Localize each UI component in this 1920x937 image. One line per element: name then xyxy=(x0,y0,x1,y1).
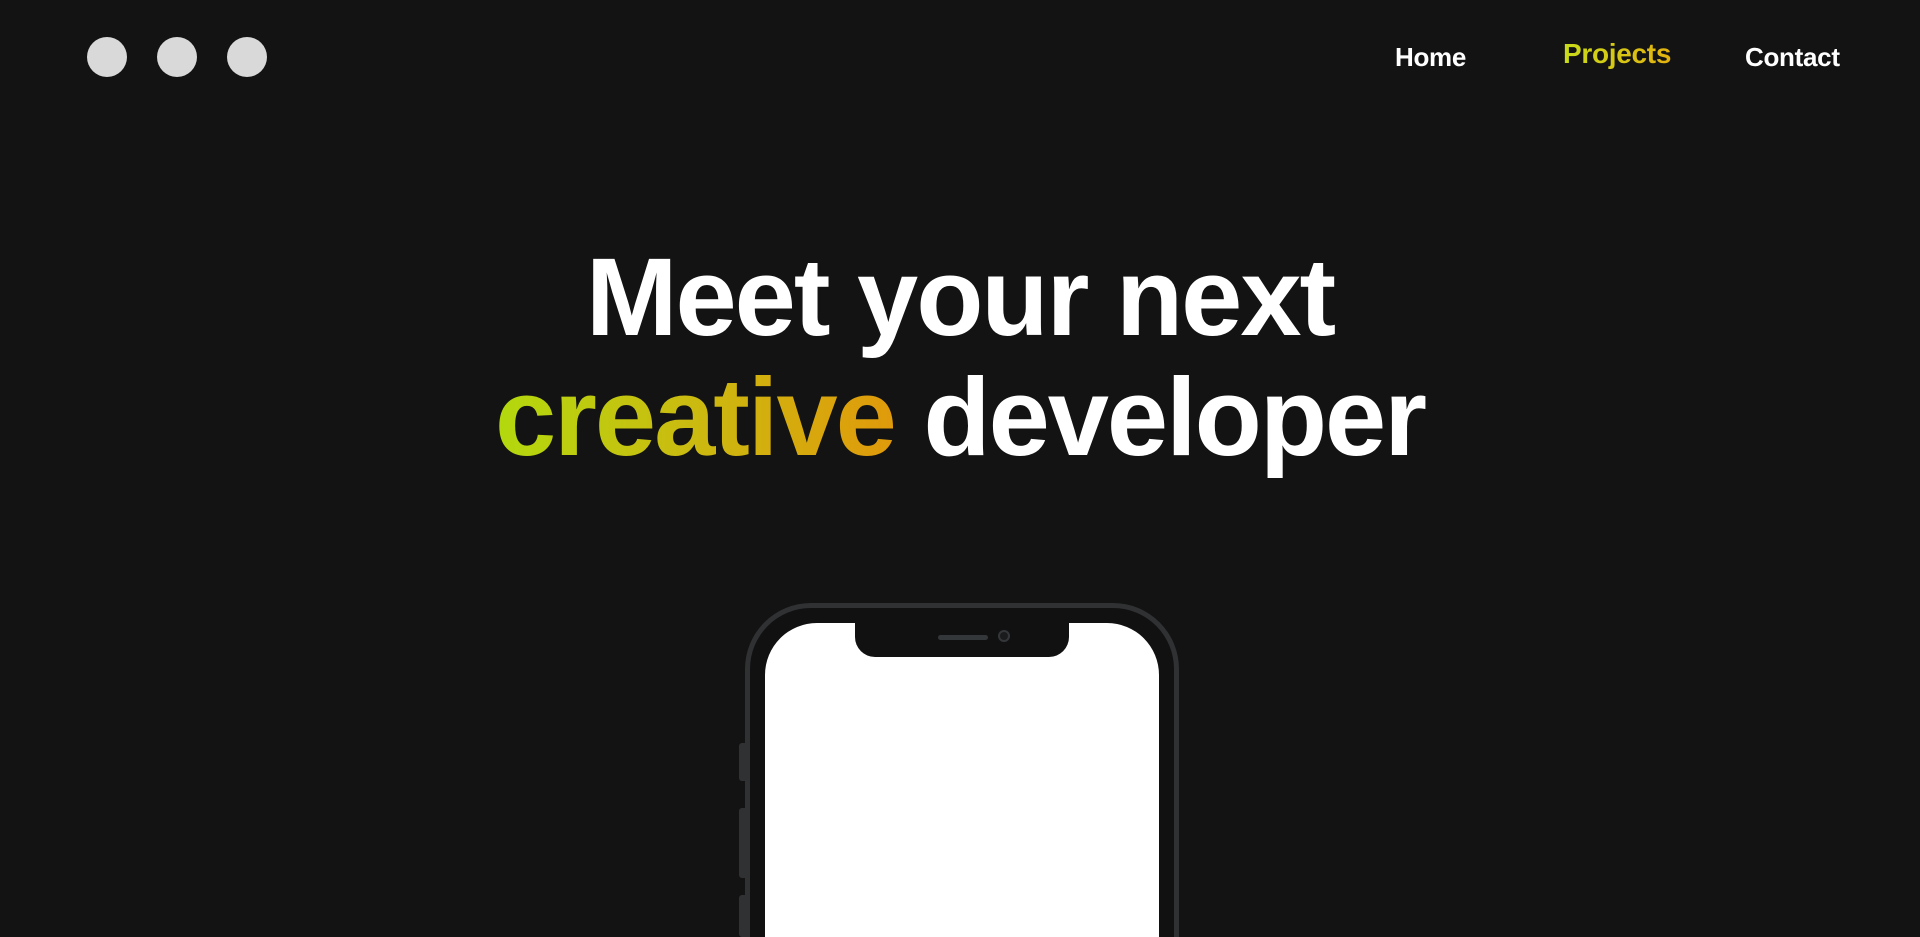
hero-headline: Meet your next creative developer xyxy=(0,238,1920,478)
speaker-grille xyxy=(938,635,988,640)
front-camera-icon xyxy=(998,630,1010,642)
hero-line-2: creative developer xyxy=(0,358,1920,478)
hero-line-2-rest: developer xyxy=(923,356,1427,479)
nav-link-home[interactable]: Home xyxy=(1395,42,1466,73)
phone-screen xyxy=(765,623,1159,937)
hero-line-1: Meet your next xyxy=(585,236,1336,359)
nav-link-projects[interactable]: Projects xyxy=(1563,38,1671,70)
phone-mockup xyxy=(745,603,1179,937)
hero-highlight: creative xyxy=(494,356,897,479)
main-nav: Home Projects Contact xyxy=(0,38,1920,78)
nav-link-contact[interactable]: Contact xyxy=(1745,42,1840,73)
phone-notch xyxy=(855,618,1069,657)
landing-page: Home Projects Contact Meet your next cre… xyxy=(0,0,1920,937)
